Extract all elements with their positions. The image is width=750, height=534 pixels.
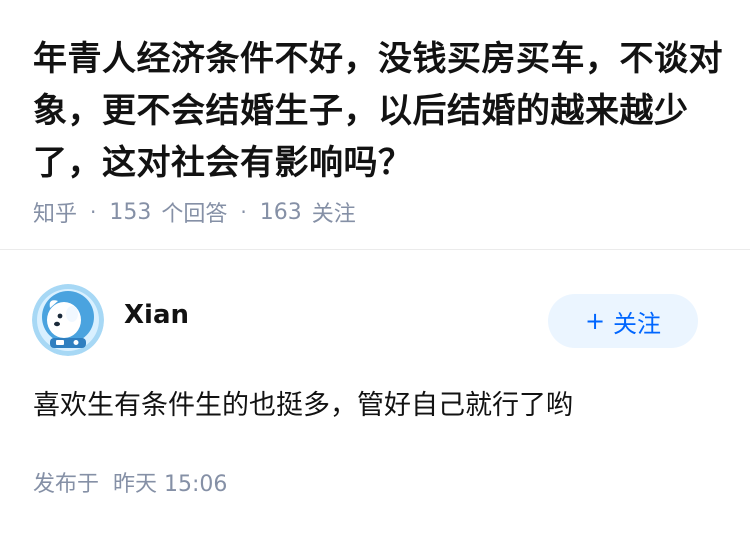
publish-time-prefix: 发布于 [33,472,100,497]
follow-button[interactable]: + 关注 [548,294,698,348]
publish-time: 发布于 昨天 15:06 [33,466,227,498]
astronaut-dog-avatar-icon [32,284,104,356]
answer-content[interactable]: 喜欢生有条件生的也挺多，管好自己就行了哟 [33,386,573,426]
question-title[interactable]: 年青人经济条件不好，没钱买房买车，不谈对象，更不会结婚生子，以后结婚的越来越少了… [33,33,723,189]
answer-author-row: Xian + 关注 [32,284,712,356]
follow-button-label: 关注 [613,309,662,338]
follower-count: 163 [259,199,302,225]
answer-count: 153 [109,199,152,225]
source-label[interactable]: 知乎 [33,196,77,228]
avatar[interactable] [32,284,104,356]
plus-icon: + [584,307,606,335]
follower-count-label[interactable]: 关注 [312,196,356,228]
author-name[interactable]: Xian [124,300,189,330]
question-header: 年青人经济条件不好，没钱买房买车，不谈对象，更不会结婚生子，以后结婚的越来越少了… [0,0,750,250]
meta-separator: · [240,200,247,224]
question-meta: 知乎 · 153 个回答 · 163 关注 [33,194,356,230]
publish-time-value: 昨天 15:06 [113,472,228,497]
meta-separator: · [90,200,97,224]
answer-count-label[interactable]: 个回答 [161,196,227,228]
